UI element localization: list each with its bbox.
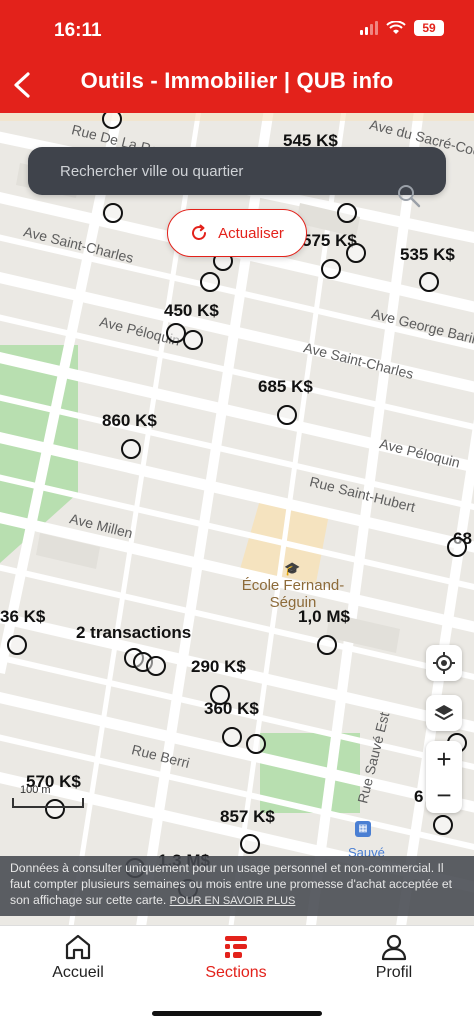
learn-more-link[interactable]: POUR EN SAVOIR PLUS [170, 895, 296, 907]
page-title: Outils - Immobilier | QUB info [80, 68, 394, 93]
status-time: 16:11 [54, 20, 102, 41]
search-icon[interactable] [396, 183, 422, 209]
map-pin[interactable] [277, 405, 297, 425]
price-label[interactable]: 857 K$ [220, 807, 275, 827]
cellular-signal-icon [360, 21, 378, 35]
metro-station-icon: ▦ [355, 821, 371, 837]
school-label: École Fernand-Séguin [241, 577, 345, 611]
status-icons: 59 [360, 20, 444, 36]
app-header: 16:11 59 Outils - Immobilier | QUB info [0, 0, 474, 113]
price-label[interactable]: 2 transactions [76, 623, 191, 643]
bottom-navigation: Accueil Sections Profil [0, 925, 474, 1024]
crosshair-icon [433, 652, 455, 674]
map-pin[interactable] [103, 203, 123, 223]
home-icon [65, 934, 91, 960]
price-label[interactable]: 1,0 M$ [298, 607, 350, 627]
price-label[interactable]: 685 K$ [258, 377, 313, 397]
refresh-button[interactable]: Actualiser [167, 209, 307, 257]
map-pin[interactable] [121, 439, 141, 459]
map-view[interactable]: Rue De La Roche Ave du Sacré-Coeur Ave S… [0, 113, 474, 925]
nav-label-profil: Profil [375, 964, 413, 981]
refresh-icon [192, 224, 207, 240]
map-pin[interactable] [447, 537, 467, 557]
scale-label: 100 m [20, 784, 51, 796]
nav-item-profil[interactable]: Profil [334, 926, 454, 990]
nav-label-accueil: Accueil [52, 964, 104, 981]
search-input[interactable]: Rechercher ville ou quartier [28, 147, 446, 195]
sections-icon [225, 936, 247, 958]
refresh-button-label: Actualiser [218, 224, 284, 242]
map-pin[interactable] [210, 685, 230, 705]
price-label[interactable]: 860 K$ [102, 411, 157, 431]
disclaimer-banner: Données à consulter uniquement pour un u… [0, 856, 474, 916]
map-pin[interactable] [321, 259, 341, 279]
map-scale: 100 m [12, 784, 84, 810]
map-pin[interactable] [240, 834, 260, 854]
price-label[interactable]: 36 K$ [0, 607, 45, 627]
price-label[interactable]: 290 K$ [191, 657, 246, 677]
school-icon: 🎓 [284, 561, 301, 576]
profile-icon [381, 934, 407, 961]
map-pin[interactable] [146, 656, 166, 676]
wifi-icon [386, 21, 406, 34]
nav-item-accueil[interactable]: Accueil [18, 926, 138, 990]
nav-item-sections[interactable]: Sections [176, 926, 296, 990]
map-pin[interactable] [183, 330, 203, 350]
map-pin[interactable] [7, 635, 27, 655]
price-label[interactable]: 450 K$ [164, 301, 219, 321]
map-pin[interactable] [346, 243, 366, 263]
layers-icon [434, 705, 454, 720]
map-pin[interactable] [419, 272, 439, 292]
nav-label-sections: Sections [205, 964, 267, 981]
map-pin[interactable] [337, 203, 357, 223]
zoom-out-button[interactable]: − [426, 777, 462, 813]
map-pin[interactable] [433, 815, 453, 835]
zoom-in-button[interactable]: + [426, 741, 462, 777]
map-pin[interactable] [246, 734, 266, 754]
map-pin[interactable] [222, 727, 242, 747]
scale-bar [12, 798, 84, 808]
home-indicator [152, 1011, 322, 1016]
layers-button[interactable] [426, 695, 462, 731]
locate-button[interactable] [426, 645, 462, 681]
zoom-controls: + − [426, 741, 462, 813]
price-label[interactable]: 535 K$ [400, 245, 455, 265]
map-pin[interactable] [200, 272, 220, 292]
battery-icon: 59 [414, 20, 444, 36]
price-label[interactable]: 6 [414, 787, 423, 807]
map-pin[interactable] [317, 635, 337, 655]
